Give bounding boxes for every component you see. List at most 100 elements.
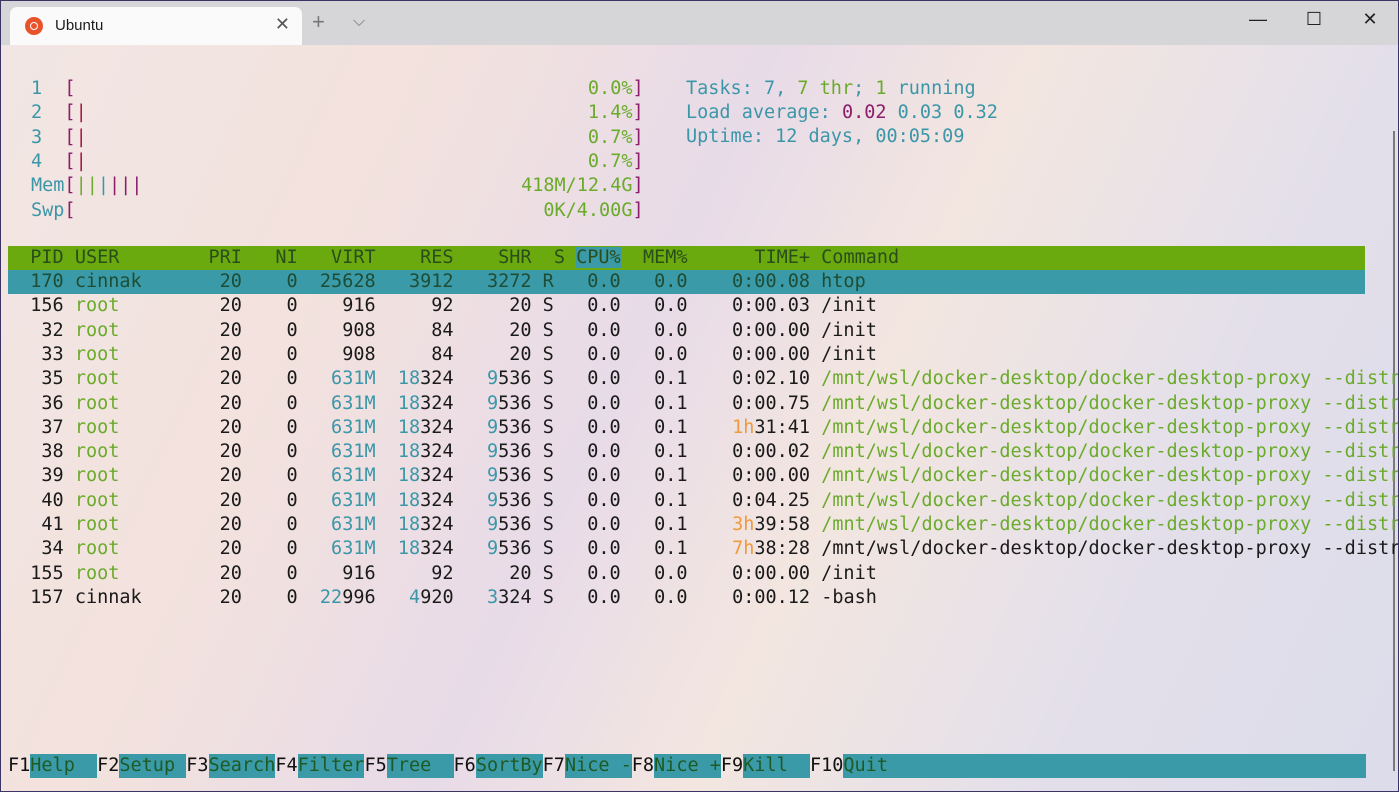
process-row[interactable]: 155 root 20 0 916 92 20 S 0.0 0.0 0:00.0… [8,562,877,586]
column-header-ni[interactable]: NI [242,247,297,268]
cpu-percent: 0.0 [553,465,621,487]
fkey-f6-sortby[interactable]: SortBy [475,754,543,779]
load-1min: 0.02 [841,102,887,123]
uptime: Uptime: 12 days, 00:05:09 [686,126,965,147]
fkey-f3[interactable]: F3 [186,755,208,776]
fkey-f5-tree[interactable]: Tree [386,754,454,779]
cpu-bar: | [75,126,87,148]
fkey-f9[interactable]: F9 [721,755,743,776]
time: 0:04.25 [687,489,811,511]
column-header-command[interactable]: Command [810,247,899,268]
load-5min: 0.03 [897,102,943,123]
fkey-f9-kill[interactable]: Kill [743,754,810,779]
process-row[interactable]: 157 cinnak 20 0 22996 4920 3324 S 0.0 0.… [8,586,877,610]
column-header-cpu[interactable]: CPU% [576,247,621,268]
virt: 631M [297,514,376,535]
process-row[interactable]: 36 root 20 0 631M 18324 9536 S 0.0 0.1 0… [8,392,1398,416]
close-window-button[interactable]: ✕ [1350,9,1390,30]
user: root [63,343,187,365]
minimize-button[interactable]: — [1238,9,1278,30]
cpu-percent: 0.0 [553,441,621,463]
process-row[interactable]: 38 root 20 0 631M 18324 9536 S 0.0 0.1 0… [8,440,1398,464]
column-header-shr[interactable]: SHR [454,247,531,268]
cpu-percent: 0.0 [553,514,621,535]
fkey-f2[interactable]: F2 [97,755,119,776]
new-tab-button[interactable]: + [312,9,325,35]
shr: 9536 [487,538,532,560]
priority: 20 [186,465,242,487]
process-row[interactable]: 32 root 20 0 908 84 20 S 0.0 0.0 0:00.00… [8,319,877,343]
fkey-f8[interactable]: F8 [632,755,654,776]
fkey-f8-nice[interactable]: Nice + [654,754,721,779]
process-row[interactable]: 41 root 20 0 631M 18324 9536 S 0.0 0.1 3… [8,513,1398,537]
fkey-f4-filter[interactable]: Filter [297,754,365,779]
fkey-f3-search[interactable]: Search [208,754,276,779]
mem-percent: 0.0 [620,562,688,584]
time: 0:00.12 [687,586,811,608]
shr: 9536 [487,392,532,414]
fkey-f7-nice[interactable]: Nice - [564,754,632,779]
fkey-f7[interactable]: F7 [543,755,565,776]
tab-close-icon[interactable]: ✕ [275,14,290,35]
fkey-f10[interactable]: F10 [810,755,843,776]
column-header-mem[interactable]: MEM% [621,247,688,268]
user: root [63,441,187,463]
fkey-f6[interactable]: F6 [454,755,476,776]
column-header-s[interactable]: S [532,247,565,268]
time: 0:00.03 [687,295,811,317]
process-row[interactable]: 34 root 20 0 631M 18324 9536 S 0.0 0.1 7… [8,537,1398,561]
column-header-virt[interactable]: VIRT [298,247,376,268]
function-bar-fill [887,754,1366,778]
fkey-f2-setup[interactable]: Setup [119,754,187,779]
nice: 0 [241,343,298,365]
command: /init [810,343,877,365]
mem-percent: 0.0 [620,343,688,365]
res: 18324 [397,368,454,390]
process-row-selected[interactable]: 170 cinnak 20 0 25628 3912 3272 R 0.0 0.… [8,270,1365,294]
res: 18324 [397,538,454,560]
process-table-header[interactable]: PID USER PRI NI VIRT RES SHR S CPU% MEM%… [8,246,1365,270]
fkey-f4[interactable]: F4 [275,755,297,776]
time: 0:00.02 [687,441,811,463]
pid: 35 [8,368,64,390]
res: 18324 [397,441,454,463]
cpu-id: 2 [31,102,65,124]
load-average: Load average: 0.02 0.03 0.32 [686,102,998,123]
process-row[interactable]: 156 root 20 0 916 92 20 S 0.0 0.0 0:00.0… [8,294,877,318]
command: /mnt/wsl/docker-desktop/docker-desktop-p… [810,538,1398,560]
shr: 9536 [487,368,532,390]
time: 7h38:28 [732,538,811,560]
tab-ubuntu[interactable]: Ubuntu ✕ [10,7,302,45]
nice: 0 [241,489,298,511]
cpu-value: 0.0% [587,78,633,99]
cpu-id: 1 [31,78,65,99]
htop-terminal[interactable]: 1 [ 0.0%] 2 [| 1.4%] 3 [| 0.7%] 4 [| 0.7… [1,45,1398,791]
state: S [531,489,554,511]
process-row[interactable]: 35 root 20 0 631M 18324 9536 S 0.0 0.1 0… [8,367,1398,391]
maximize-button[interactable]: ☐ [1294,9,1334,30]
process-row[interactable]: 33 root 20 0 908 84 20 S 0.0 0.0 0:00.00… [8,343,877,367]
priority: 20 [186,586,242,608]
column-header-user[interactable]: USER [64,247,187,268]
pid: 34 [8,538,64,560]
fkey-f5[interactable]: F5 [364,755,386,776]
virt: 631M [297,489,376,511]
column-header-time[interactable]: TIME+ [688,247,810,268]
virt: 631M [297,416,376,438]
mem-value: 418M/12.4G [521,175,633,197]
load-15min: 0.32 [953,102,998,123]
process-row[interactable]: 37 root 20 0 631M 18324 9536 S 0.0 0.1 1… [8,416,1398,440]
fkey-f10-quit[interactable]: Quit [843,754,888,779]
fkey-f1[interactable]: F1 [8,755,30,776]
process-row[interactable]: 40 root 20 0 631M 18324 9536 S 0.0 0.1 0… [8,489,1398,513]
column-header-res[interactable]: RES [376,247,453,268]
column-header-pid[interactable]: PID [8,247,63,268]
column-header-pri[interactable]: PRI [186,247,242,268]
priority: 20 [186,368,242,390]
nice: 0 [241,441,298,463]
command: /init [810,319,877,341]
process-row[interactable]: 39 root 20 0 631M 18324 9536 S 0.0 0.1 0… [8,464,1398,488]
priority: 20 [186,319,242,341]
fkey-f1-help[interactable]: Help [30,754,98,779]
tab-dropdown-chevron-icon[interactable]: ⌵ [353,13,365,31]
